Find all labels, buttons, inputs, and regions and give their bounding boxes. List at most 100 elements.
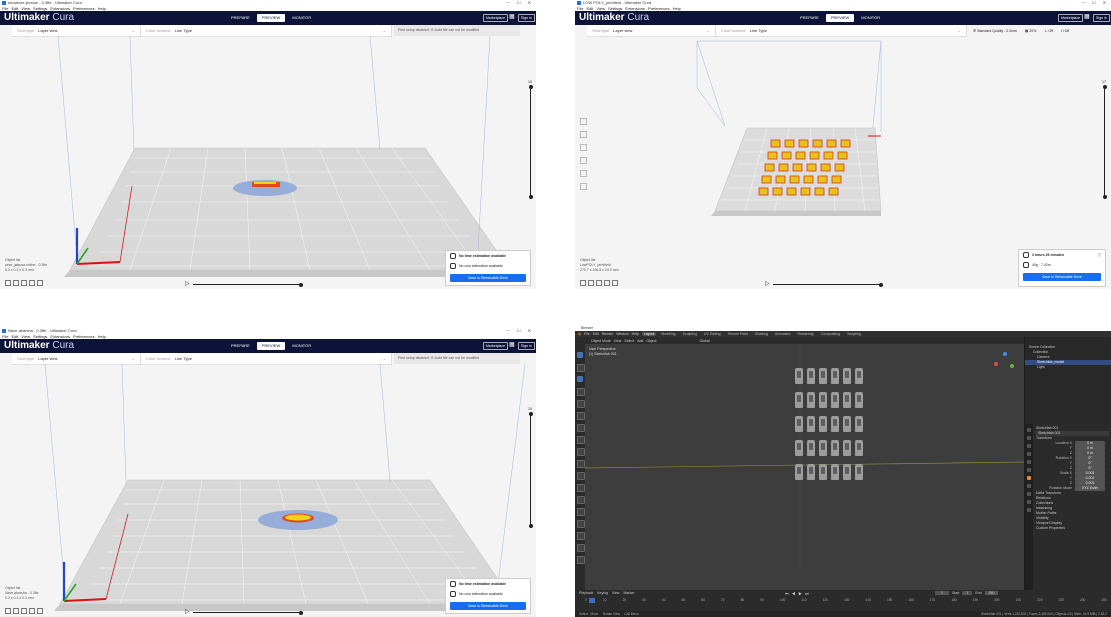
scale-tool-icon[interactable] bbox=[577, 400, 585, 408]
bevel-tool-icon[interactable] bbox=[577, 484, 585, 492]
adhesion-setting[interactable]: ⊓ Off bbox=[1061, 29, 1069, 33]
tab-prepare[interactable]: PREPARE bbox=[795, 14, 824, 22]
z-axis-icon[interactable] bbox=[1003, 352, 1007, 356]
build-plate-viewport[interactable]: Object list pear_jatkusa.online - 0.3ffe… bbox=[0, 36, 536, 289]
view-top-icon[interactable] bbox=[21, 608, 27, 614]
menu-file[interactable]: File bbox=[584, 332, 590, 336]
path-slider[interactable] bbox=[193, 282, 303, 287]
tool-tab-icon[interactable] bbox=[1027, 428, 1031, 432]
layer-slider-bottom-handle[interactable] bbox=[528, 524, 533, 528]
tab-scripting[interactable]: Scripting bbox=[845, 332, 863, 336]
tab-preview[interactable]: PREVIEW bbox=[256, 342, 286, 350]
loop-cut-tool-icon[interactable] bbox=[577, 496, 585, 504]
path-slider-handle[interactable] bbox=[299, 610, 303, 615]
x-axis-icon[interactable] bbox=[994, 362, 998, 366]
view-type-select[interactable]: View type Layer view ⌄ bbox=[12, 353, 141, 364]
shrink-tool-icon[interactable] bbox=[577, 556, 585, 564]
rotate-tool-icon[interactable] bbox=[580, 144, 587, 151]
sketchfab-model-grid[interactable] bbox=[795, 368, 865, 488]
path-slider-handle[interactable] bbox=[879, 282, 883, 287]
save-to-removable-drive-button[interactable]: Save to Removable Drive bbox=[450, 274, 526, 282]
world-tab-icon[interactable] bbox=[1027, 468, 1031, 472]
transform-orientation-dropdown[interactable]: Global bbox=[699, 339, 709, 343]
view-right-icon[interactable] bbox=[612, 280, 618, 286]
menu-marker[interactable]: Marker bbox=[623, 591, 634, 595]
layer-slider[interactable] bbox=[528, 85, 533, 199]
save-to-removable-drive-button[interactable]: Save to Removable Drive bbox=[1023, 273, 1101, 281]
y-axis-icon[interactable] bbox=[1010, 364, 1014, 368]
current-frame-field[interactable]: 1 bbox=[935, 591, 949, 595]
tab-texture-paint[interactable]: Texture Paint bbox=[726, 332, 750, 336]
tab-layout[interactable]: Layout bbox=[641, 332, 657, 336]
knife-tool-icon[interactable] bbox=[577, 508, 585, 516]
menu-add[interactable]: Add bbox=[637, 339, 643, 343]
layer-slider[interactable] bbox=[528, 412, 533, 528]
print-settings-bar[interactable]: ☰ Standard Quality - 0.2mm ▦ 20% ⊥ Off ⊓… bbox=[973, 25, 1069, 36]
render-tab-icon[interactable] bbox=[1027, 436, 1031, 440]
tab-prepare[interactable]: PREPARE bbox=[226, 342, 255, 350]
tab-monitor[interactable]: MONITOR bbox=[287, 14, 316, 22]
layer-slider-bottom-handle[interactable] bbox=[528, 195, 533, 199]
object-mode-dropdown[interactable]: Object Mode bbox=[591, 339, 611, 343]
view-type-select[interactable]: View type Layer view ⌄ bbox=[587, 25, 716, 36]
tab-sculpting[interactable]: Sculpting bbox=[681, 332, 699, 336]
color-scheme-select[interactable]: Color scheme Line Type ⌄ bbox=[141, 353, 392, 364]
path-slider[interactable] bbox=[193, 610, 303, 615]
3d-viewport[interactable] bbox=[585, 344, 1024, 590]
scene-tab-icon[interactable] bbox=[1027, 460, 1031, 464]
build-plate-viewport[interactable]: Object list Nave abarsha - 0.3ffe 0.3 x … bbox=[0, 364, 536, 617]
select-tool-icon[interactable] bbox=[577, 352, 583, 358]
tab-compositing[interactable]: Compositing bbox=[819, 332, 842, 336]
tab-prepare[interactable]: PREPARE bbox=[226, 14, 255, 22]
tab-animation[interactable]: Animation bbox=[773, 332, 793, 336]
play-icon[interactable]: ▷ bbox=[185, 281, 190, 287]
marketplace-button[interactable]: Marketplace bbox=[1058, 14, 1084, 22]
play-icon[interactable]: ▷ bbox=[185, 609, 190, 615]
spin-tool-icon[interactable] bbox=[577, 532, 585, 540]
build-plate-viewport[interactable]: Object list LowPOLY_printfield 270.7 x 1… bbox=[575, 36, 1111, 289]
view-type-select[interactable]: View type Layer view ⌄ bbox=[12, 25, 141, 36]
path-slider[interactable] bbox=[773, 282, 883, 287]
save-to-removable-drive-button[interactable]: Save to Removable Drive bbox=[450, 602, 526, 610]
view-left-icon[interactable] bbox=[29, 608, 35, 614]
move-tool-icon[interactable] bbox=[580, 118, 587, 125]
info-icon[interactable]: ⓘ bbox=[1098, 253, 1102, 258]
layer-slider-bottom-handle[interactable] bbox=[1102, 195, 1107, 199]
apps-grid-icon[interactable]: ▦ bbox=[509, 14, 515, 20]
path-slider-handle[interactable] bbox=[299, 282, 303, 287]
playback-controls[interactable]: ⏮ ◀ ▶ ⏭ bbox=[785, 591, 810, 596]
view-right-icon[interactable] bbox=[37, 608, 43, 614]
blender-logo-icon[interactable]: ◉ bbox=[578, 332, 581, 336]
infill-setting[interactable]: ▦ 20% bbox=[1025, 29, 1036, 33]
extrude-tool-icon[interactable] bbox=[577, 460, 585, 468]
apps-grid-icon[interactable]: ▦ bbox=[1084, 14, 1090, 20]
measure-tool-icon[interactable] bbox=[577, 436, 585, 444]
view-front-icon[interactable] bbox=[13, 608, 19, 614]
menu-view[interactable]: View bbox=[612, 591, 620, 595]
menu-playback[interactable]: Playback bbox=[579, 591, 593, 595]
modifier-tab-icon[interactable] bbox=[1027, 484, 1031, 488]
tab-monitor[interactable]: MONITOR bbox=[287, 342, 316, 350]
sign-in-button[interactable]: Sign in bbox=[518, 14, 535, 22]
apps-grid-icon[interactable]: ▦ bbox=[509, 342, 515, 348]
tab-preview[interactable]: PREVIEW bbox=[256, 14, 286, 22]
tab-rendering[interactable]: Rendering bbox=[795, 332, 815, 336]
data-tab-icon[interactable] bbox=[1027, 508, 1031, 512]
object-tab-icon[interactable] bbox=[1027, 476, 1031, 480]
timeline-ruler[interactable]: 0 10 20 30 40 50 60 70 80 90 100 110 120 130 140 150 160… bbox=[585, 598, 1107, 603]
menu-object[interactable]: Object bbox=[646, 339, 656, 343]
menu-window[interactable]: Window bbox=[616, 332, 628, 336]
view-top-icon[interactable] bbox=[596, 280, 602, 286]
view-3d-icon[interactable] bbox=[5, 608, 11, 614]
menu-help[interactable]: Help bbox=[632, 332, 639, 336]
support-blocker-icon[interactable] bbox=[580, 183, 587, 190]
move-tool-icon[interactable] bbox=[577, 376, 583, 382]
constraints-tab-icon[interactable] bbox=[1027, 500, 1031, 504]
view-left-icon[interactable] bbox=[604, 280, 610, 286]
menu-view[interactable]: View bbox=[614, 339, 622, 343]
view-right-icon[interactable] bbox=[37, 280, 43, 286]
smooth-tool-icon[interactable] bbox=[577, 544, 585, 552]
tab-preview[interactable]: PREVIEW bbox=[825, 14, 855, 22]
cursor-tool-icon[interactable] bbox=[577, 364, 585, 372]
start-frame-field[interactable]: 1 bbox=[962, 591, 973, 595]
